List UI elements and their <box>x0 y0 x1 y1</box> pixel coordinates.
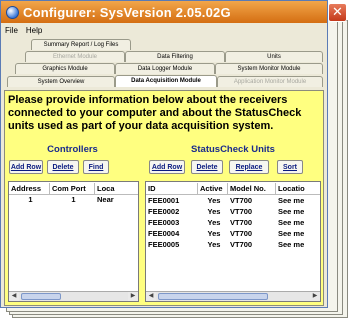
configurer-window: Configurer: SysVersion 2.05.02G ✕ File H… <box>0 0 347 308</box>
menu-help[interactable]: Help <box>22 26 46 35</box>
tab-data-acquisition-module[interactable]: Data Acquisition Module <box>115 75 217 87</box>
units-replace-button[interactable]: Replace <box>229 160 269 174</box>
table-row[interactable]: FEE0004 Yes VT700 See me <box>146 228 320 239</box>
cell-active: Yes <box>207 207 221 216</box>
controllers-horizontal-scrollbar[interactable]: ◀ ▶ <box>9 291 138 301</box>
tab-data-logger-module[interactable]: Data Logger Module <box>115 63 215 74</box>
table-row[interactable]: FEE0002 Yes VT700 See me <box>146 206 320 217</box>
data-acquisition-panel: Please provide information below about t… <box>4 90 324 306</box>
table-row[interactable]: FEE0005 Yes VT700 See me <box>146 239 320 250</box>
units-header-row: ID Active Model No. Locatio <box>146 183 320 195</box>
scroll-right-icon[interactable]: ▶ <box>128 292 138 301</box>
column-location[interactable]: Loca <box>95 183 138 194</box>
title-bar[interactable]: Configurer: SysVersion 2.05.02G ✕ <box>1 1 347 23</box>
close-icon[interactable]: ✕ <box>328 3 347 22</box>
cell-id: FEE0003 <box>148 218 180 227</box>
scroll-right-icon[interactable]: ▶ <box>310 292 320 301</box>
cell-location: See me <box>278 229 305 238</box>
column-location[interactable]: Locatio <box>276 183 320 194</box>
cell-active: Yes <box>207 218 221 227</box>
statuscheck-units-title: StatusCheck Units <box>191 144 275 155</box>
scroll-thumb[interactable] <box>21 293 61 300</box>
tab-system-monitor-module[interactable]: System Monitor Module <box>215 63 323 74</box>
statuscheck-units-grid[interactable]: ID Active Model No. Locatio FEE0001 Yes … <box>145 181 321 302</box>
column-model-no[interactable]: Model No. <box>228 183 276 194</box>
table-row[interactable]: FEE0003 Yes VT700 See me <box>146 217 320 228</box>
cell-com-port: 1 <box>71 195 76 204</box>
tab-units[interactable]: Units <box>225 51 323 62</box>
column-com-port[interactable]: Com Port <box>50 183 95 194</box>
cell-model-no: VT700 <box>230 207 253 216</box>
cell-active: Yes <box>207 240 221 249</box>
column-address[interactable]: Address <box>9 183 50 194</box>
controllers-grid[interactable]: Address Com Port Loca 1 1 Near ◀ ▶ <box>8 181 139 302</box>
cell-active: Yes <box>207 229 221 238</box>
tab-application-monitor-module[interactable]: Application Monitor Module <box>217 76 323 87</box>
controllers-title: Controllers <box>47 144 98 155</box>
cell-location: See me <box>278 196 305 205</box>
units-sort-button[interactable]: Sort <box>277 160 303 174</box>
units-horizontal-scrollbar[interactable]: ◀ ▶ <box>146 291 320 301</box>
cell-location: Near <box>97 195 114 204</box>
cell-address: 1 <box>28 195 33 204</box>
scroll-left-icon[interactable]: ◀ <box>146 292 156 301</box>
cell-model-no: VT700 <box>230 218 253 227</box>
menu-bar: File Help <box>1 23 327 37</box>
tab-system-overview[interactable]: System Overview <box>7 76 115 87</box>
cell-id: FEE0001 <box>148 196 180 205</box>
cell-id: FEE0002 <box>148 207 180 216</box>
cell-model-no: VT700 <box>230 240 253 249</box>
cell-model-no: VT700 <box>230 229 253 238</box>
tab-graphics-module[interactable]: Graphics Module <box>15 63 115 74</box>
column-id[interactable]: ID <box>146 183 198 194</box>
table-row[interactable]: 1 1 Near <box>9 194 138 205</box>
units-delete-button[interactable]: Delete <box>191 160 223 174</box>
cell-location: See me <box>278 240 305 249</box>
controllers-find-button[interactable]: Find <box>83 160 109 174</box>
scroll-thumb[interactable] <box>158 293 268 300</box>
cell-id: FEE0004 <box>148 229 180 238</box>
cell-location: See me <box>278 218 305 227</box>
cell-location: See me <box>278 207 305 216</box>
instructions-text: Please provide information below about t… <box>8 94 302 132</box>
cell-active: Yes <box>207 196 221 205</box>
units-add-row-button[interactable]: Add Row <box>149 160 185 174</box>
window-title: Configurer: SysVersion 2.05.02G <box>23 4 231 20</box>
menu-file[interactable]: File <box>1 26 22 35</box>
controllers-delete-button[interactable]: Delete <box>47 160 79 174</box>
controllers-add-row-button[interactable]: Add Row <box>9 160 43 174</box>
tab-summary-report[interactable]: Summary Report / Log Files <box>31 39 131 50</box>
scroll-left-icon[interactable]: ◀ <box>9 292 19 301</box>
table-row[interactable]: FEE0001 Yes VT700 See me <box>146 195 320 206</box>
tab-data-filtering[interactable]: Data Filtering <box>125 51 225 62</box>
cell-model-no: VT700 <box>230 196 253 205</box>
cell-id: FEE0005 <box>148 240 180 249</box>
column-active[interactable]: Active <box>198 183 228 194</box>
app-icon <box>6 5 19 19</box>
tab-ethernet-module[interactable]: Ethernet Module <box>25 51 125 62</box>
